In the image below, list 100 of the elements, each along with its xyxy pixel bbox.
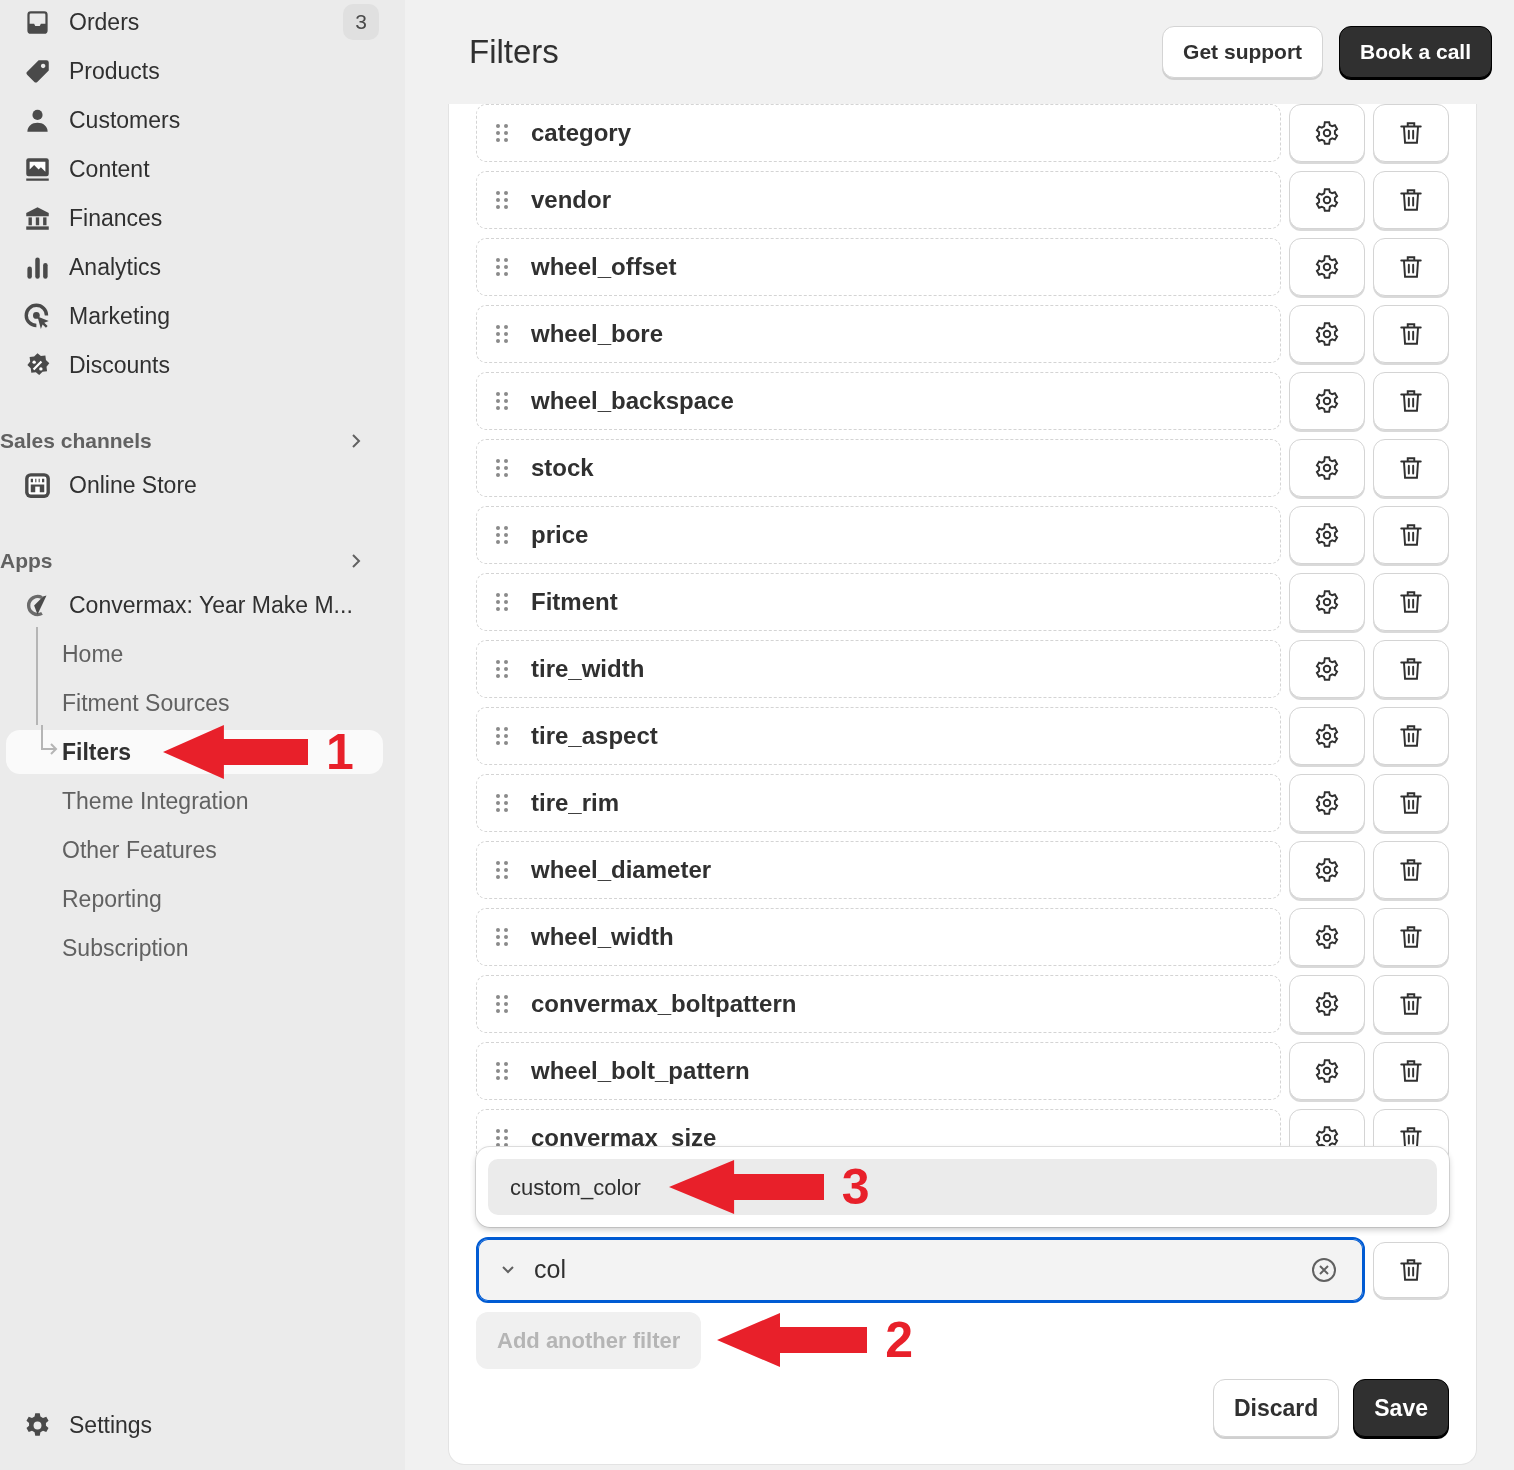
filter-item[interactable]: wheel_width xyxy=(476,908,1281,966)
nav-item[interactable]: Content xyxy=(0,147,383,191)
delete-button[interactable] xyxy=(1373,439,1449,497)
settings-button[interactable] xyxy=(1289,841,1365,899)
nav-item[interactable]: Finances xyxy=(0,196,383,240)
filter-item[interactable]: stock xyxy=(476,439,1281,497)
filter-item[interactable]: wheel_diameter xyxy=(476,841,1281,899)
delete-button[interactable] xyxy=(1373,841,1449,899)
delete-button[interactable] xyxy=(1373,171,1449,229)
nav-item[interactable]: Customers xyxy=(0,98,383,142)
filter-item[interactable]: convermax_boltpattern xyxy=(476,975,1281,1033)
nav-item[interactable]: Marketing xyxy=(0,294,383,338)
text-input[interactable]: col xyxy=(532,1250,1311,1290)
sub-nav-item[interactable]: Theme Integration xyxy=(62,783,249,819)
chevron-down-icon xyxy=(500,1264,516,1276)
settings-button[interactable] xyxy=(1289,1042,1365,1100)
settings-button[interactable] xyxy=(1289,439,1365,497)
sub-nav-item[interactable]: Reporting xyxy=(62,881,162,917)
sub-nav-item[interactable]: Subscription xyxy=(62,930,189,966)
settings-icon xyxy=(24,1411,51,1439)
settings-icon xyxy=(1314,254,1340,280)
filter-item[interactable]: tire_rim xyxy=(476,774,1281,832)
filter-item[interactable]: tire_aspect xyxy=(476,707,1281,765)
drag-handle-icon xyxy=(495,994,509,1014)
settings-button[interactable] xyxy=(1289,975,1365,1033)
settings-icon xyxy=(1314,857,1340,883)
settings-button[interactable] xyxy=(1289,707,1365,765)
filter-item[interactable]: category xyxy=(476,104,1281,162)
delete-button[interactable] xyxy=(1373,104,1449,162)
filter-item[interactable]: vendor xyxy=(476,171,1281,229)
drag-handle-icon xyxy=(495,659,509,679)
page-title: Filters xyxy=(469,32,559,72)
delete-button[interactable] xyxy=(1373,1242,1449,1298)
filter-name: wheel_backspace xyxy=(531,386,734,416)
sub-nav-item[interactable]: Filters xyxy=(62,734,132,770)
delete-button[interactable] xyxy=(1373,573,1449,631)
delete-button[interactable] xyxy=(1373,640,1449,698)
delete-button[interactable] xyxy=(1373,1042,1449,1100)
settings-button[interactable] xyxy=(1289,573,1365,631)
settings-button[interactable] xyxy=(1289,506,1365,564)
filter-search-field[interactable]: col xyxy=(476,1237,1365,1303)
delete-button[interactable] xyxy=(1373,305,1449,363)
settings-icon xyxy=(1314,723,1340,749)
delete-button[interactable] xyxy=(1373,707,1449,765)
filter-name: price xyxy=(531,520,589,550)
settings-button[interactable] xyxy=(1289,171,1365,229)
drag-handle-icon xyxy=(495,525,509,545)
drag-handle-icon xyxy=(495,793,509,813)
drag-handle-icon xyxy=(495,190,509,210)
trash-icon xyxy=(1398,790,1424,816)
delete-button[interactable] xyxy=(1373,372,1449,430)
delete-button[interactable] xyxy=(1373,238,1449,296)
settings-icon xyxy=(1314,924,1340,950)
filter-item[interactable]: wheel_bolt_pattern xyxy=(476,1042,1281,1100)
tag-icon xyxy=(24,57,51,85)
filter-name: tire_rim xyxy=(531,788,620,818)
filter-item[interactable]: price xyxy=(476,506,1281,564)
sub-nav-item[interactable]: Fitment Sources xyxy=(62,685,230,721)
settings-icon xyxy=(1314,522,1340,548)
nav-item[interactable]: Products xyxy=(0,49,383,93)
settings-icon xyxy=(1314,120,1340,146)
sub-nav-item[interactable]: Other Features xyxy=(62,832,217,868)
chevron-right-icon xyxy=(349,432,363,450)
nav-item[interactable]: Online Store xyxy=(0,463,383,507)
header-button[interactable]: Get support xyxy=(1162,26,1324,78)
app-nav-item[interactable]: Convermax: Year Make M... xyxy=(0,583,383,627)
nav-item[interactable]: Discounts xyxy=(0,343,383,387)
settings-button[interactable] xyxy=(1289,238,1365,296)
delete-button[interactable] xyxy=(1373,774,1449,832)
settings-button[interactable] xyxy=(1289,372,1365,430)
footer-button[interactable]: Save xyxy=(1353,1378,1449,1437)
sub-nav-item[interactable]: Home xyxy=(62,636,124,672)
nav-item[interactable]: Settings xyxy=(0,1403,383,1447)
trash-icon xyxy=(1398,321,1424,347)
filter-name: Fitment xyxy=(531,587,618,617)
suggestion-option[interactable]: custom_color 3 xyxy=(488,1159,1437,1215)
nav-item[interactable]: Analytics xyxy=(0,245,383,289)
filter-item[interactable]: wheel_bore xyxy=(476,305,1281,363)
filter-item[interactable]: tire_width xyxy=(476,640,1281,698)
delete-button[interactable] xyxy=(1373,975,1449,1033)
filter-name: wheel_bore xyxy=(531,319,664,349)
filter-name: stock xyxy=(531,453,594,483)
settings-button[interactable] xyxy=(1289,104,1365,162)
filter-name: tire_width xyxy=(531,654,645,684)
filter-item[interactable]: Fitment xyxy=(476,573,1281,631)
drag-handle-icon xyxy=(495,257,509,277)
header-button[interactable]: Book a call xyxy=(1339,26,1492,78)
settings-button[interactable] xyxy=(1289,774,1365,832)
delete-button[interactable] xyxy=(1373,908,1449,966)
footer-button[interactable]: Discard xyxy=(1212,1378,1340,1437)
filter-name: convermax_boltpattern xyxy=(531,989,797,1019)
settings-button[interactable] xyxy=(1289,908,1365,966)
nav-item[interactable]: Orders 3 xyxy=(0,0,383,44)
filter-name: convermax_size xyxy=(531,1123,717,1153)
filter-item[interactable]: wheel_offset xyxy=(476,238,1281,296)
settings-button[interactable] xyxy=(1289,305,1365,363)
settings-button[interactable] xyxy=(1289,640,1365,698)
trash-icon xyxy=(1398,857,1424,883)
delete-button[interactable] xyxy=(1373,506,1449,564)
filter-item[interactable]: wheel_backspace xyxy=(476,372,1281,430)
